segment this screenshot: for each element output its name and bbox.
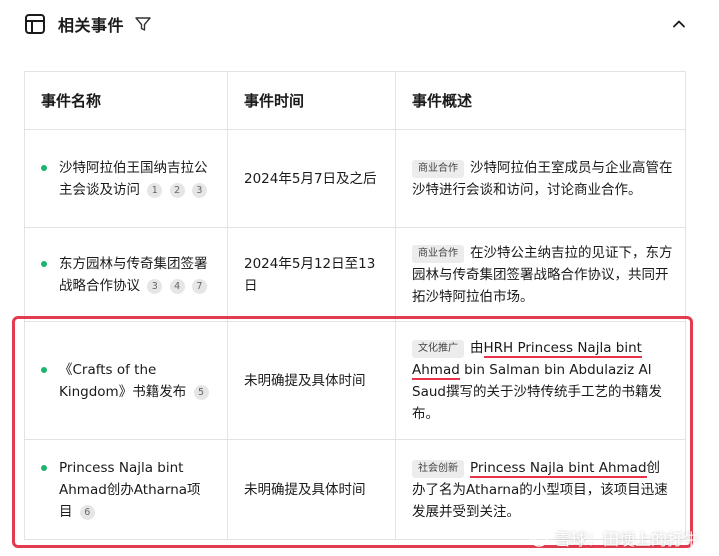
watermark: 雪球：田埂上的打牛 (529, 526, 699, 550)
status-dot (41, 260, 47, 267)
event-time: 2024年5月7日及之后 (227, 129, 396, 228)
category-tag: 商业合作 (412, 244, 464, 263)
event-name-cell: 东方园林与传奇集团签署战略合作协议 3 4 7 (41, 253, 213, 297)
reference-badge[interactable]: 4 (169, 278, 185, 294)
table-row: 《Crafts of the Kingdom》书籍发布 5 未明确提及具体时间 … (24, 321, 686, 440)
snowball-logo-icon (530, 529, 548, 547)
reference-badge[interactable]: 6 (79, 504, 95, 520)
status-dot (41, 366, 47, 373)
table-row: 东方园林与传奇集团签署战略合作协议 3 4 7 2024年5月12日至13日 商… (24, 227, 686, 322)
table-row: Princess Najla bint Ahmad创办Atharna项目 6 未… (24, 439, 686, 540)
event-name-cell: 沙特阿拉伯王国纳吉拉公主会谈及访问 1 2 3 (41, 157, 213, 201)
reference-badge[interactable]: 3 (191, 182, 207, 198)
event-name: 东方园林与传奇集团签署战略合作协议 (59, 255, 208, 294)
event-summary-cell: 社会创新 Princess Najla bint Ahmad创办了名为Atharn… (395, 439, 686, 540)
table-row: 沙特阿拉伯王国纳吉拉公主会谈及访问 1 2 3 2024年5月7日及之后 商业合… (24, 129, 686, 228)
event-name: 《Crafts of the Kingdom》书籍发布 (59, 361, 187, 400)
section-header: 相关事件 (24, 10, 689, 38)
reference-badge[interactable]: 5 (193, 384, 209, 400)
reference-badge[interactable]: 7 (191, 278, 207, 294)
table-icon (25, 14, 45, 34)
column-header-name: 事件名称 (24, 71, 228, 130)
events-table: 事件名称 事件时间 事件概述 沙特阿拉伯王国纳吉拉公主会谈及访问 1 2 3 2… (24, 71, 686, 540)
watermark-text: 雪球：田埂上的打牛 (554, 530, 699, 549)
event-time: 2024年5月12日至13日 (227, 227, 396, 322)
event-summary-cell: 商业合作 沙特阿拉伯王室成员与企业高管在沙特进行会谈和访问，讨论商业合作。 (395, 129, 686, 228)
reference-badge[interactable]: 3 (147, 278, 163, 294)
column-header-time: 事件时间 (227, 71, 396, 130)
column-header-summary: 事件概述 (395, 71, 686, 130)
event-time: 未明确提及具体时间 (227, 439, 396, 540)
event-summary-prefix: 由 (470, 339, 484, 356)
underlined-name: Princess Najla bint Ahmad (470, 459, 647, 478)
event-name-cell: 《Crafts of the Kingdom》书籍发布 5 (41, 359, 213, 403)
category-tag: 文化推广 (412, 339, 464, 358)
status-dot (41, 164, 47, 171)
event-time: 未明确提及具体时间 (227, 321, 396, 440)
section-title: 相关事件 (58, 16, 125, 35)
reference-badge[interactable]: 2 (169, 182, 185, 198)
category-tag: 商业合作 (412, 159, 464, 178)
filter-icon[interactable] (134, 15, 152, 33)
status-dot (41, 464, 47, 471)
chevron-up-icon[interactable] (669, 14, 689, 34)
reference-badge[interactable]: 1 (147, 182, 163, 198)
event-name-cell: Princess Najla bint Ahmad创办Atharna项目 6 (41, 457, 213, 523)
event-name: 沙特阿拉伯王国纳吉拉公主会谈及访问 (59, 159, 208, 198)
event-summary-cell: 文化推广 由HRH Princess Najla bint Ahmad bin S… (395, 321, 686, 440)
event-summary-cell: 商业合作 在沙特公主纳吉拉的见证下，东方园林与传奇集团签署战略合作协议，共同开拓沙… (395, 227, 686, 322)
category-tag: 社会创新 (412, 459, 464, 478)
